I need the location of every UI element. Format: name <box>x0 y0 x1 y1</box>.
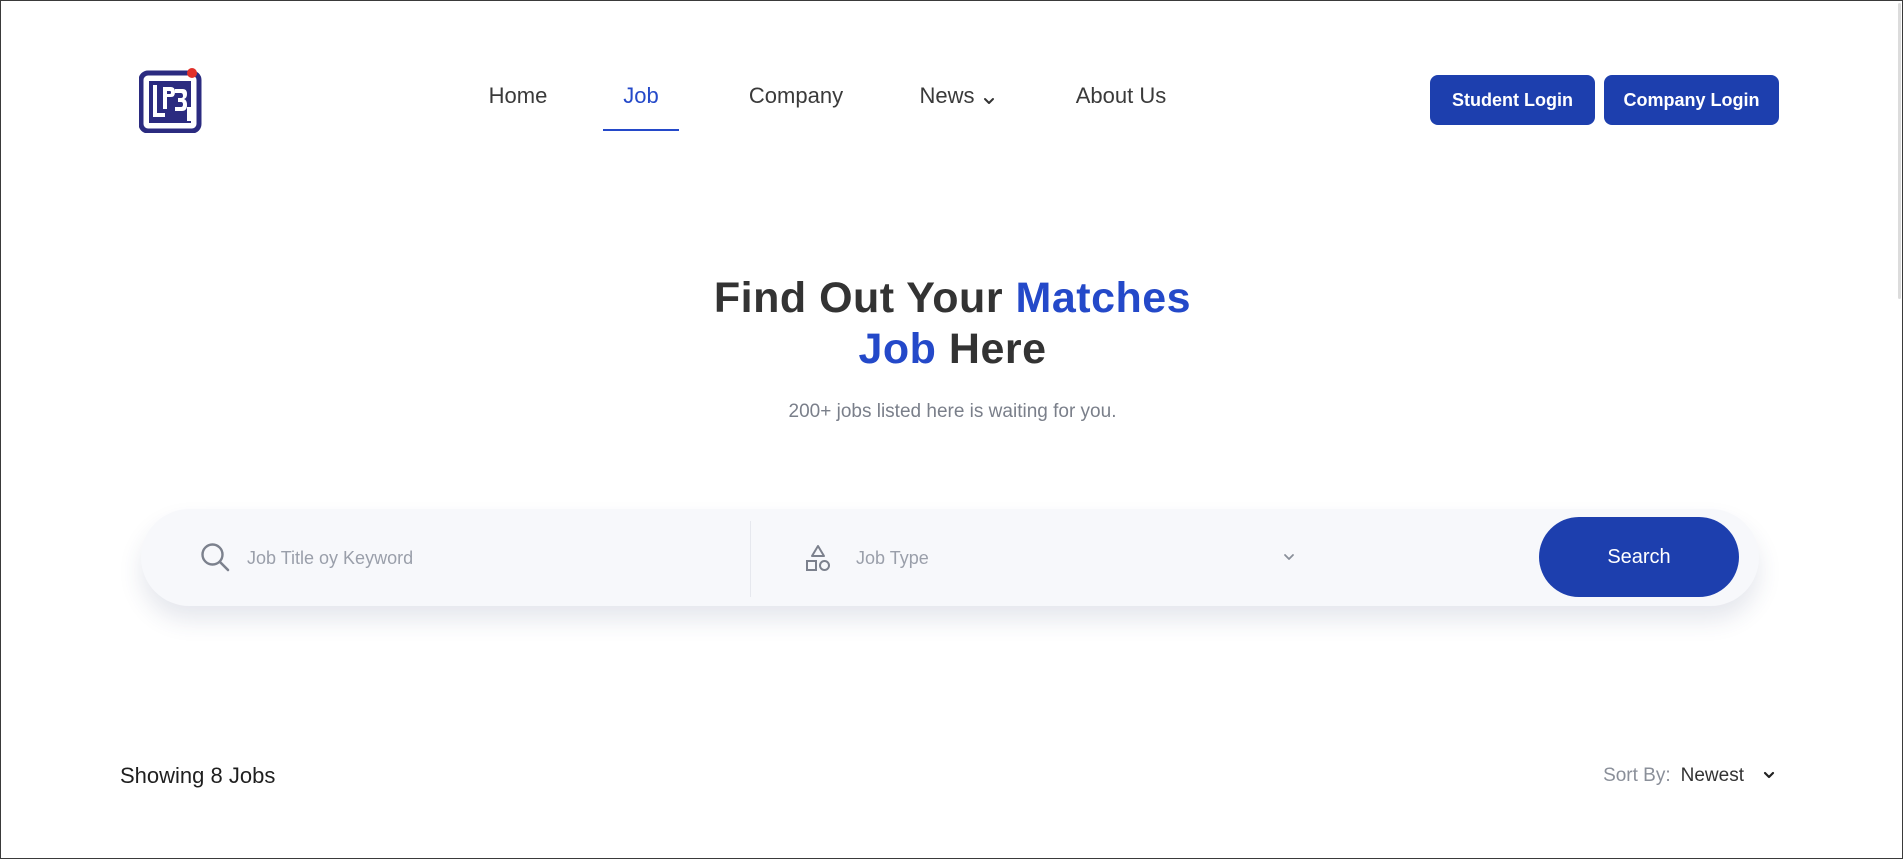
nav-item-label: Home <box>488 83 548 108</box>
search-icon <box>200 542 230 572</box>
chevron-down-icon <box>983 86 995 112</box>
hero-title: Find Out Your Matches Job Here <box>1 273 1902 375</box>
hero-subtitle: 200+ jobs listed here is waiting for you… <box>788 401 1117 422</box>
sort-label: Sort By: <box>1603 765 1671 786</box>
lp3i-logo-icon <box>138 68 202 134</box>
site-logo[interactable] <box>138 67 203 134</box>
search-button[interactable]: Search <box>1539 517 1739 597</box>
nav-item-job[interactable]: Job <box>603 77 679 131</box>
page: Home Job Company News About Us Student L… <box>0 0 1903 859</box>
nav-item-home[interactable]: Home <box>483 77 553 131</box>
hero-title-accent: Matches <box>1015 274 1192 322</box>
hero-title-accent: Job <box>858 325 937 373</box>
chevron-down-icon <box>1762 767 1776 785</box>
job-type-select[interactable]: Job Type <box>856 541 1296 575</box>
hero-title-part: Here <box>936 325 1047 373</box>
nav-item-label: Job <box>623 83 659 108</box>
nav-item-news[interactable]: News <box>915 77 999 131</box>
student-login-button[interactable]: Student Login <box>1430 75 1595 125</box>
nav-item-about-us[interactable]: About Us <box>1073 77 1169 131</box>
scrollbar[interactable] <box>1896 1 1902 301</box>
nav-item-label: About Us <box>1075 83 1167 108</box>
results-count: Showing 8 Jobs <box>120 763 276 788</box>
nav-item-label: News <box>919 83 975 108</box>
keyword-search-input[interactable] <box>247 541 727 575</box>
job-type-placeholder: Job Type <box>856 547 929 568</box>
nav-item-label: Company <box>748 83 844 108</box>
search-divider <box>750 521 751 597</box>
shapes-icon <box>805 544 831 572</box>
scrollbar-thumb[interactable] <box>1898 3 1901 299</box>
chevron-down-icon <box>1282 549 1296 567</box>
sort-value: Newest <box>1680 765 1744 786</box>
hero-title-part: Find Out Your <box>713 274 1016 322</box>
company-login-button[interactable]: Company Login <box>1604 75 1779 125</box>
sort-dropdown[interactable]: Sort By: Newest <box>1603 765 1776 787</box>
nav-item-company[interactable]: Company <box>737 77 855 131</box>
